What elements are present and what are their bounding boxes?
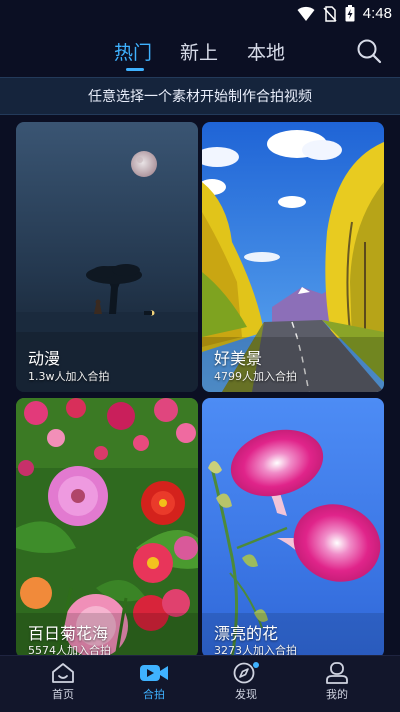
card-title: 百日菊花海 — [28, 624, 109, 643]
card-title: 好美景 — [214, 349, 263, 368]
bottom-navigation: 首页 合拍 发现 我的 — [0, 655, 400, 712]
no-sim-icon — [323, 5, 337, 22]
home-icon — [52, 663, 74, 683]
template-card[interactable]: 漂亮的花 3273人加入合拍 — [202, 398, 384, 658]
nav-discover-label: 发现 — [235, 688, 257, 701]
nav-home[interactable]: 首页 — [33, 662, 93, 702]
tab-local[interactable]: 本地 — [247, 38, 285, 65]
card-subtitle: 4799人加入合拍 — [214, 370, 297, 383]
search-icon[interactable] — [356, 38, 382, 64]
tab-new[interactable]: 新上 — [180, 38, 218, 65]
status-bar: 4:48 — [0, 0, 400, 30]
user-icon — [326, 662, 348, 684]
hint-banner: 任意选择一个素材开始制作合拍视频 — [0, 77, 400, 115]
nav-profile-label: 我的 — [326, 688, 348, 701]
nav-duet[interactable]: 合拍 — [124, 662, 184, 702]
compass-icon — [233, 662, 259, 684]
tab-hot[interactable]: 热门 — [114, 38, 152, 65]
card-image — [202, 398, 384, 658]
template-card[interactable]: 动漫 1.3w人加入合拍 — [16, 122, 198, 392]
card-subtitle: 1.3w人加入合拍 — [28, 370, 110, 383]
nav-discover[interactable]: 发现 — [216, 662, 276, 702]
hint-banner-text: 任意选择一个素材开始制作合拍视频 — [88, 89, 312, 105]
nav-profile[interactable]: 我的 — [307, 662, 367, 702]
nav-duet-label: 合拍 — [143, 688, 165, 701]
wifi-icon — [297, 6, 315, 21]
card-image — [16, 398, 198, 658]
top-tabs: 热门 新上 本地 — [0, 30, 400, 76]
nav-home-label: 首页 — [52, 688, 74, 701]
template-card[interactable]: 百日菊花海 5574人加入合拍 — [16, 398, 198, 658]
active-tab-indicator — [126, 68, 144, 71]
video-camera-icon — [140, 665, 168, 681]
status-time: 4:48 — [362, 5, 392, 22]
template-card[interactable]: 好美景 4799人加入合拍 — [202, 122, 384, 392]
card-title: 动漫 — [28, 349, 61, 368]
battery-charging-icon — [345, 5, 355, 22]
card-title: 漂亮的花 — [214, 624, 279, 643]
